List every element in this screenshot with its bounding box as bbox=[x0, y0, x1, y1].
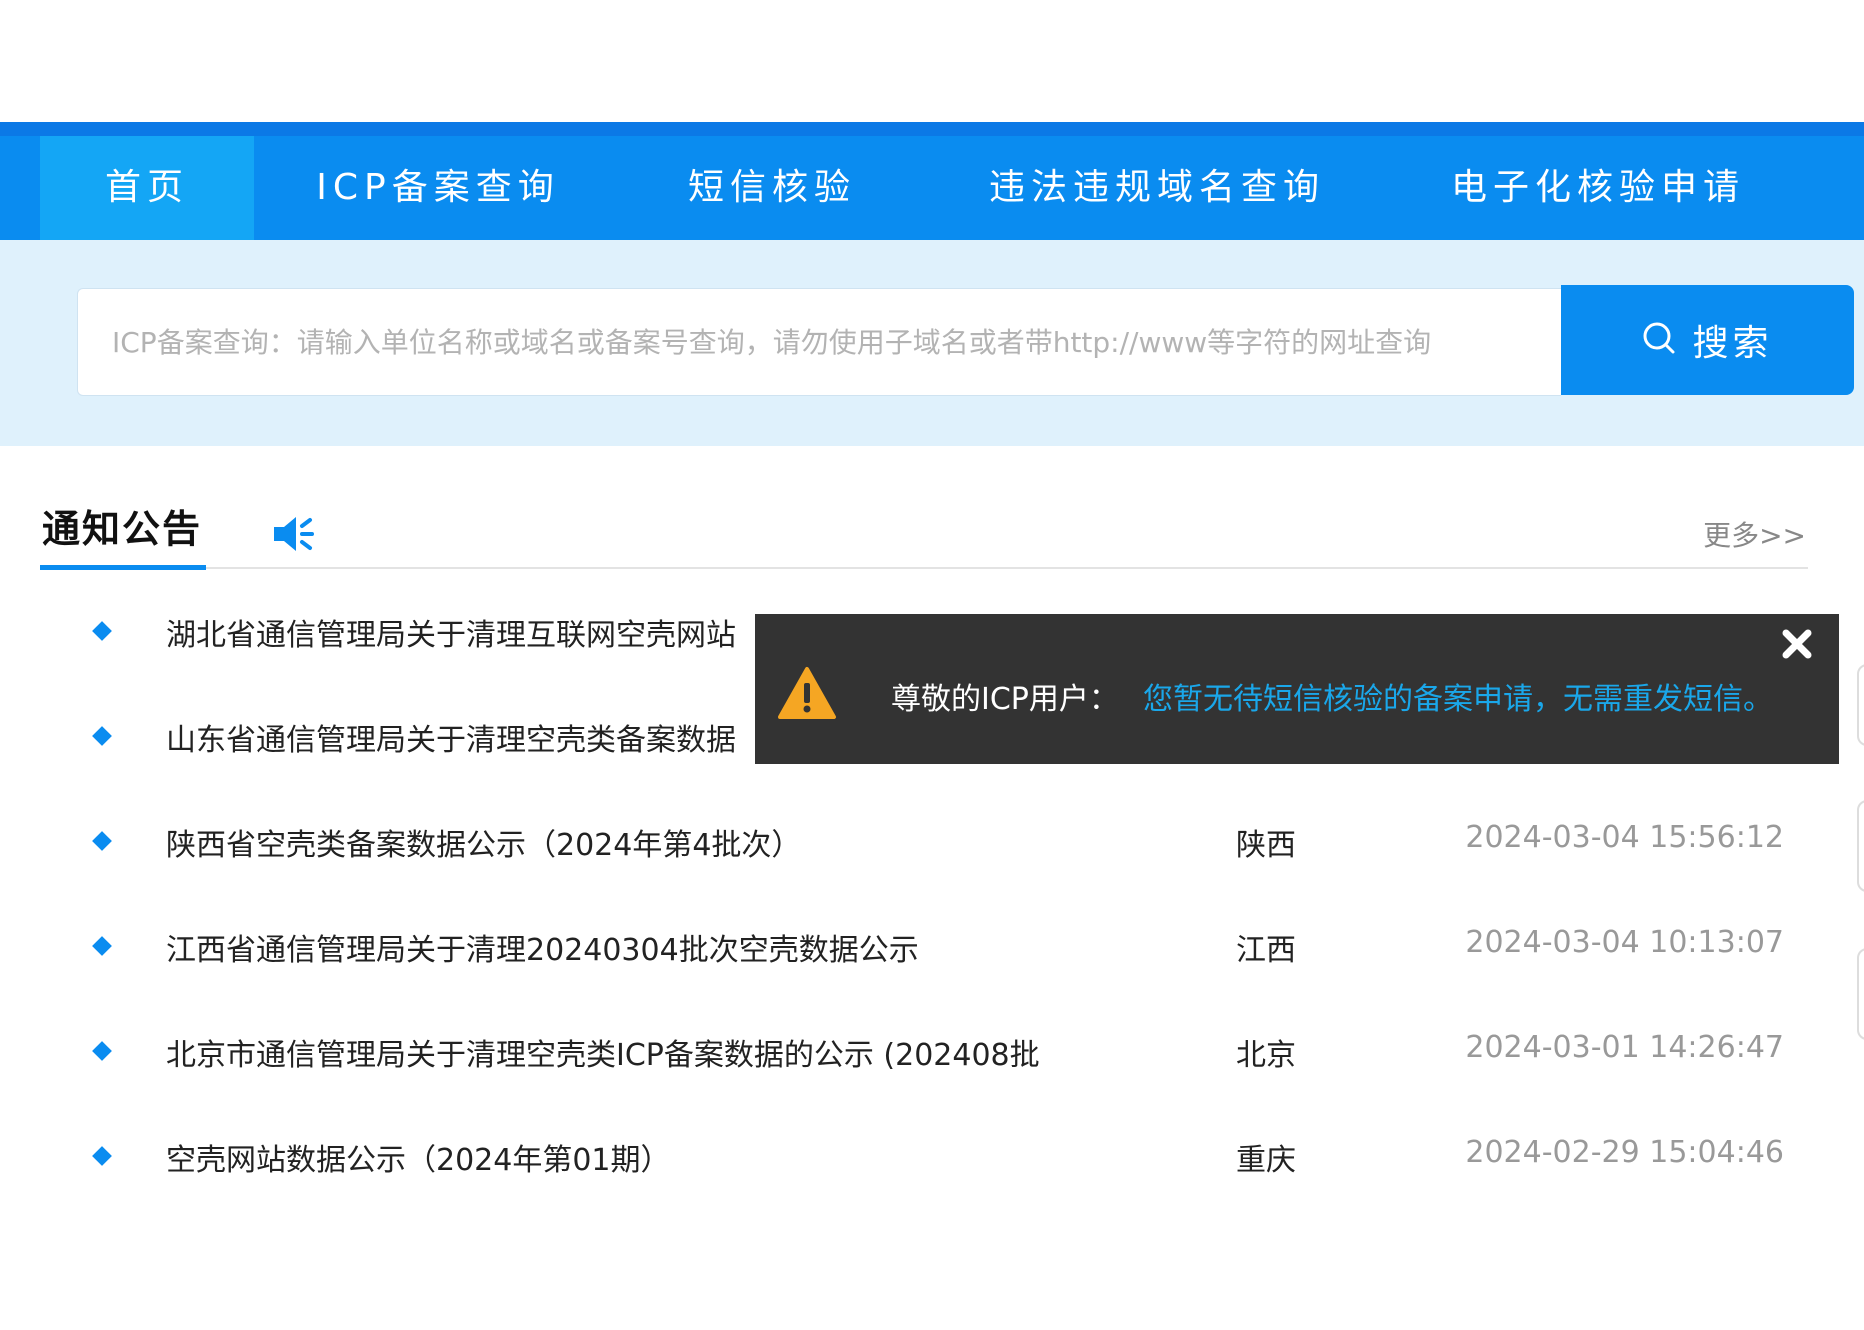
nav-item-illegal-domain-query[interactable]: 违法违规域名查询 bbox=[972, 136, 1342, 240]
notice-item-date: 2024-03-01 14:26:47 bbox=[1465, 1030, 1784, 1065]
diamond-bullet-icon bbox=[92, 1146, 112, 1166]
toast-notification: 尊敬的ICP用户： 您暂无待短信核验的备案申请，无需重发短信。 bbox=[755, 614, 1839, 764]
nav-item-sms-verify[interactable]: 短信核验 bbox=[672, 136, 872, 240]
more-notices-link[interactable]: 更多>> bbox=[1703, 514, 1806, 554]
speaker-icon bbox=[272, 514, 318, 558]
toast-lead-text: 尊敬的ICP用户： bbox=[891, 682, 1119, 717]
notice-item-title[interactable]: 北京市通信管理局关于清理空壳类ICP备案数据的公示 (202408批 bbox=[166, 1030, 1040, 1074]
list-item[interactable]: 空壳网站数据公示（2024年第01期） 重庆 2024-02-29 15:04:… bbox=[0, 1127, 1864, 1187]
list-item[interactable]: 江西省通信管理局关于清理20240304批次空壳数据公示 江西 2024-03-… bbox=[0, 917, 1864, 977]
notice-item-date: 2024-03-04 15:56:12 bbox=[1465, 820, 1784, 855]
diamond-bullet-icon bbox=[92, 831, 112, 851]
notice-item-title[interactable]: 江西省通信管理局关于清理20240304批次空壳数据公示 bbox=[166, 925, 919, 969]
nav-item-home[interactable]: 首页 bbox=[40, 136, 254, 240]
main-nav: 首页 ICP备案查询 短信核验 违法违规域名查询 电子化核验申请 bbox=[0, 136, 1864, 240]
notice-divider bbox=[40, 567, 1808, 569]
diamond-bullet-icon bbox=[92, 1041, 112, 1061]
notice-item-title[interactable]: 陕西省空壳类备案数据公示（2024年第4批次） bbox=[166, 820, 801, 864]
nav-item-icp-query[interactable]: ICP备案查询 bbox=[300, 136, 576, 240]
side-float-tab[interactable] bbox=[1857, 948, 1864, 1040]
close-icon[interactable] bbox=[1777, 624, 1817, 664]
warning-icon bbox=[777, 666, 837, 724]
notice-item-title[interactable]: 湖北省通信管理局关于清理互联网空壳网站 bbox=[166, 610, 736, 654]
list-item[interactable]: 陕西省空壳类备案数据公示（2024年第4批次） 陕西 2024-03-04 15… bbox=[0, 812, 1864, 872]
notice-item-date: 2024-02-29 15:04:46 bbox=[1465, 1135, 1784, 1170]
notice-section-title: 通知公告 bbox=[42, 507, 203, 551]
diamond-bullet-icon bbox=[92, 936, 112, 956]
list-item[interactable]: 北京市通信管理局关于清理空壳类ICP备案数据的公示 (202408批 北京 20… bbox=[0, 1022, 1864, 1082]
nav-item-electronic-verify[interactable]: 电子化核验申请 bbox=[1438, 136, 1758, 240]
notice-item-title[interactable]: 山东省通信管理局关于清理空壳类备案数据 bbox=[166, 715, 736, 759]
notice-item-region: 重庆 bbox=[1236, 1143, 1296, 1178]
notice-item-title[interactable]: 空壳网站数据公示（2024年第01期） bbox=[166, 1135, 671, 1179]
diamond-bullet-icon bbox=[92, 726, 112, 746]
notice-item-date: 2024-03-04 10:13:07 bbox=[1465, 925, 1784, 960]
notice-title-underline bbox=[40, 565, 206, 570]
top-accent-strip bbox=[0, 122, 1864, 136]
side-float-tab[interactable] bbox=[1857, 664, 1864, 746]
search-icon bbox=[1642, 321, 1676, 359]
side-float-tab[interactable] bbox=[1857, 800, 1864, 892]
search-button[interactable]: 搜索 bbox=[1561, 285, 1854, 395]
toast-message: 您暂无待短信核验的备案申请，无需重发短信。 bbox=[1143, 682, 1773, 717]
search-input[interactable] bbox=[77, 288, 1561, 396]
diamond-bullet-icon bbox=[92, 621, 112, 641]
search-button-label: 搜索 bbox=[1692, 323, 1773, 364]
notice-item-region: 江西 bbox=[1236, 933, 1296, 968]
notice-item-region: 北京 bbox=[1236, 1038, 1296, 1073]
notice-item-region: 陕西 bbox=[1236, 828, 1296, 863]
